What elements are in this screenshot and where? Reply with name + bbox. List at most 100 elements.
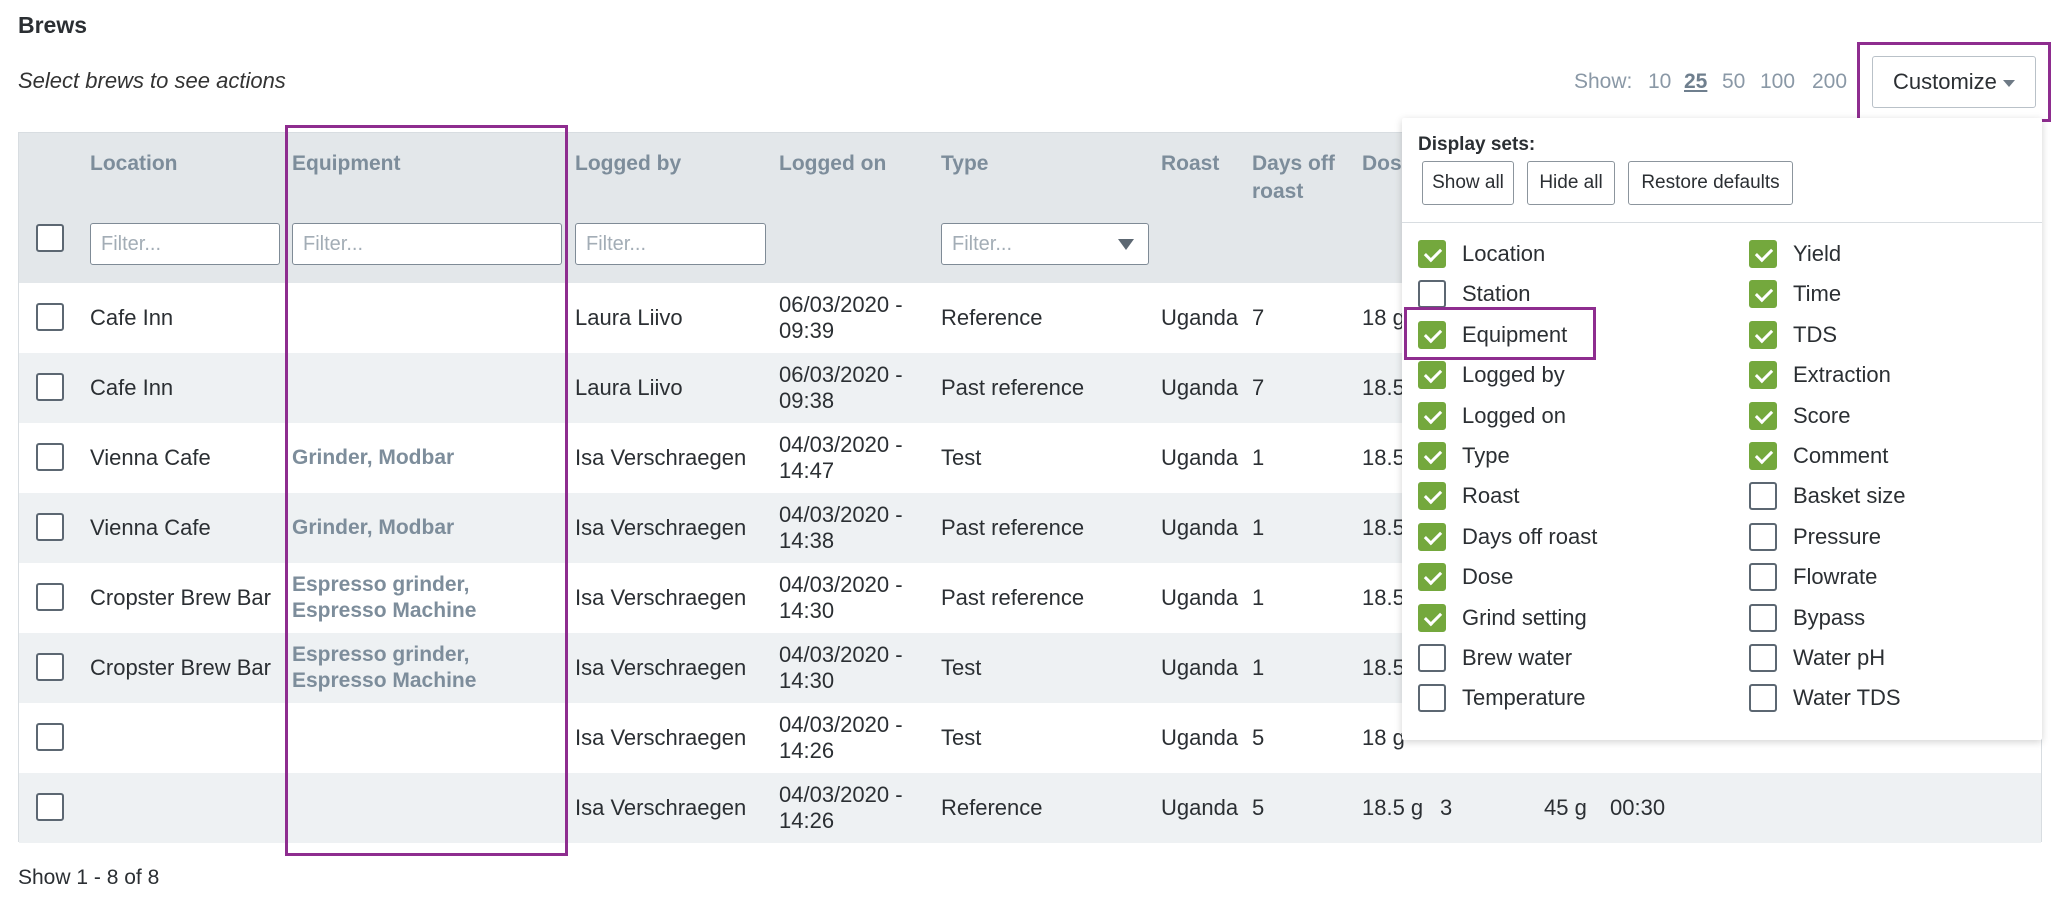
cell-days-off-roast: 5 — [1252, 795, 1265, 820]
checkbox-checked-icon[interactable] — [1749, 320, 1777, 349]
row-checkbox[interactable] — [36, 303, 64, 331]
checkbox-checked-icon[interactable] — [1418, 401, 1446, 430]
row-checkbox[interactable] — [36, 583, 64, 611]
equipment-option-highlight — [1404, 307, 1596, 360]
cell-logged-on: 04/03/2020 - 14:30 — [779, 642, 903, 693]
checkbox-checked-icon[interactable] — [1418, 522, 1446, 551]
option-tds[interactable]: TDS — [1749, 319, 1906, 351]
cell-roast: Uganda — [1161, 375, 1239, 400]
option-basket-size[interactable]: Basket size — [1749, 480, 1906, 512]
cell-roast: Uganda — [1161, 515, 1239, 540]
cell-dose: 18.5 — [1362, 655, 1405, 680]
row-checkbox[interactable] — [36, 723, 64, 751]
column-header-dose[interactable]: Dos — [1362, 150, 1402, 178]
option-yield[interactable]: Yield — [1749, 238, 1906, 270]
page-title: Brews — [18, 12, 88, 38]
cell-logged-by: Isa Verschraegen — [575, 795, 747, 820]
page-size-100[interactable]: 100 — [1760, 70, 1795, 94]
cell-type: Test — [941, 725, 982, 750]
dropdown-triangle-icon — [1118, 239, 1134, 250]
cell-roast: Uganda — [1161, 655, 1239, 680]
select-all-checkbox[interactable] — [36, 224, 64, 252]
option-days-off-roast[interactable]: Days off roast — [1418, 521, 1597, 553]
checkbox-checked-icon[interactable] — [1418, 563, 1446, 592]
option-location[interactable]: Location — [1418, 238, 1597, 270]
checkbox-checked-icon[interactable] — [1749, 361, 1777, 390]
cell-logged-on: 04/03/2020 - 14:30 — [779, 572, 903, 623]
logged-by-filter-input[interactable]: Filter... — [575, 223, 766, 265]
checkbox-checked-icon[interactable] — [1418, 603, 1446, 632]
option-water-tds[interactable]: Water TDS — [1749, 682, 1906, 714]
cell-roast: Uganda — [1161, 585, 1239, 610]
restore-defaults-button[interactable]: Restore defaults — [1628, 161, 1793, 205]
column-header-roast[interactable]: Roast — [1161, 150, 1219, 178]
cell-roast: Uganda — [1161, 725, 1239, 750]
checkbox-unchecked-icon[interactable] — [1418, 643, 1446, 672]
checkbox-checked-icon[interactable] — [1749, 441, 1777, 470]
cell-days-off-roast: 1 — [1252, 585, 1265, 610]
cell-logged-on: 04/03/2020 - 14:26 — [779, 782, 903, 833]
column-header-logged-by[interactable]: Logged by — [575, 150, 681, 178]
cell-dose: 18.5 — [1362, 515, 1405, 540]
checkbox-checked-icon[interactable] — [1418, 240, 1446, 268]
page-size-50[interactable]: 50 — [1722, 70, 1745, 94]
checkbox-unchecked-icon[interactable] — [1749, 563, 1777, 592]
option-brew-water[interactable]: Brew water — [1418, 642, 1597, 674]
checkbox-checked-icon[interactable] — [1749, 401, 1777, 430]
option-station[interactable]: Station — [1418, 278, 1597, 310]
checkbox-checked-icon[interactable] — [1749, 240, 1777, 268]
row-checkbox[interactable] — [36, 443, 64, 471]
option-water-ph[interactable]: Water pH — [1749, 642, 1906, 674]
row-checkbox[interactable] — [36, 373, 64, 401]
page-size-200[interactable]: 200 — [1812, 70, 1847, 94]
page-size-25[interactable]: 25 — [1684, 70, 1707, 94]
checkbox-checked-icon[interactable] — [1418, 441, 1446, 470]
option-extraction[interactable]: Extraction — [1749, 359, 1906, 391]
checkbox-unchecked-icon[interactable] — [1418, 684, 1446, 713]
type-filter-select[interactable]: Filter... — [941, 223, 1149, 265]
show-all-button[interactable]: Show all — [1422, 161, 1514, 205]
column-header-location[interactable]: Location — [90, 150, 178, 178]
row-checkbox[interactable] — [36, 793, 64, 821]
option-pressure[interactable]: Pressure — [1749, 521, 1906, 553]
row-checkbox[interactable] — [36, 513, 64, 541]
column-header-days-off-roast[interactable]: Days off roast — [1252, 150, 1352, 206]
checkbox-checked-icon[interactable] — [1418, 482, 1446, 511]
page-size-10[interactable]: 10 — [1648, 70, 1671, 94]
option-logged-by[interactable]: Logged by — [1418, 359, 1597, 391]
option-logged-on[interactable]: Logged on — [1418, 400, 1597, 432]
row-checkbox[interactable] — [36, 653, 64, 681]
panel-divider — [1402, 222, 2042, 223]
cell-logged-by: Isa Verschraegen — [575, 725, 747, 750]
cell-dose: 18.5 — [1362, 585, 1405, 610]
cell-roast: Uganda — [1161, 305, 1239, 330]
option-roast[interactable]: Roast — [1418, 480, 1597, 512]
checkbox-unchecked-icon[interactable] — [1418, 280, 1446, 309]
cell-location: Cropster Brew Bar — [90, 585, 271, 610]
option-score[interactable]: Score — [1749, 400, 1906, 432]
checkbox-checked-icon[interactable] — [1749, 280, 1777, 309]
option-dose[interactable]: Dose — [1418, 561, 1597, 593]
option-flowrate[interactable]: Flowrate — [1749, 561, 1906, 593]
checkbox-unchecked-icon[interactable] — [1749, 482, 1777, 511]
checkbox-unchecked-icon[interactable] — [1749, 684, 1777, 713]
cell-days-off-roast: 1 — [1252, 655, 1265, 680]
cell-dose: 18.5 — [1362, 375, 1405, 400]
option-type[interactable]: Type — [1418, 440, 1597, 472]
checkbox-unchecked-icon[interactable] — [1749, 522, 1777, 551]
cell-location: Vienna Cafe — [90, 515, 211, 540]
location-filter-input[interactable]: Filter... — [90, 223, 280, 265]
hide-all-button[interactable]: Hide all — [1527, 161, 1615, 205]
option-time[interactable]: Time — [1749, 278, 1906, 310]
checkbox-unchecked-icon[interactable] — [1749, 643, 1777, 672]
cell-logged-on: 04/03/2020 - 14:38 — [779, 502, 903, 553]
option-grind-setting[interactable]: Grind setting — [1418, 602, 1597, 634]
option-comment[interactable]: Comment — [1749, 440, 1906, 472]
customize-highlight — [1857, 42, 2051, 122]
column-header-type[interactable]: Type — [941, 150, 988, 178]
checkbox-unchecked-icon[interactable] — [1749, 603, 1777, 632]
option-temperature[interactable]: Temperature — [1418, 682, 1597, 714]
option-bypass[interactable]: Bypass — [1749, 602, 1906, 634]
column-header-logged-on[interactable]: Logged on — [779, 150, 886, 178]
checkbox-checked-icon[interactable] — [1418, 361, 1446, 390]
